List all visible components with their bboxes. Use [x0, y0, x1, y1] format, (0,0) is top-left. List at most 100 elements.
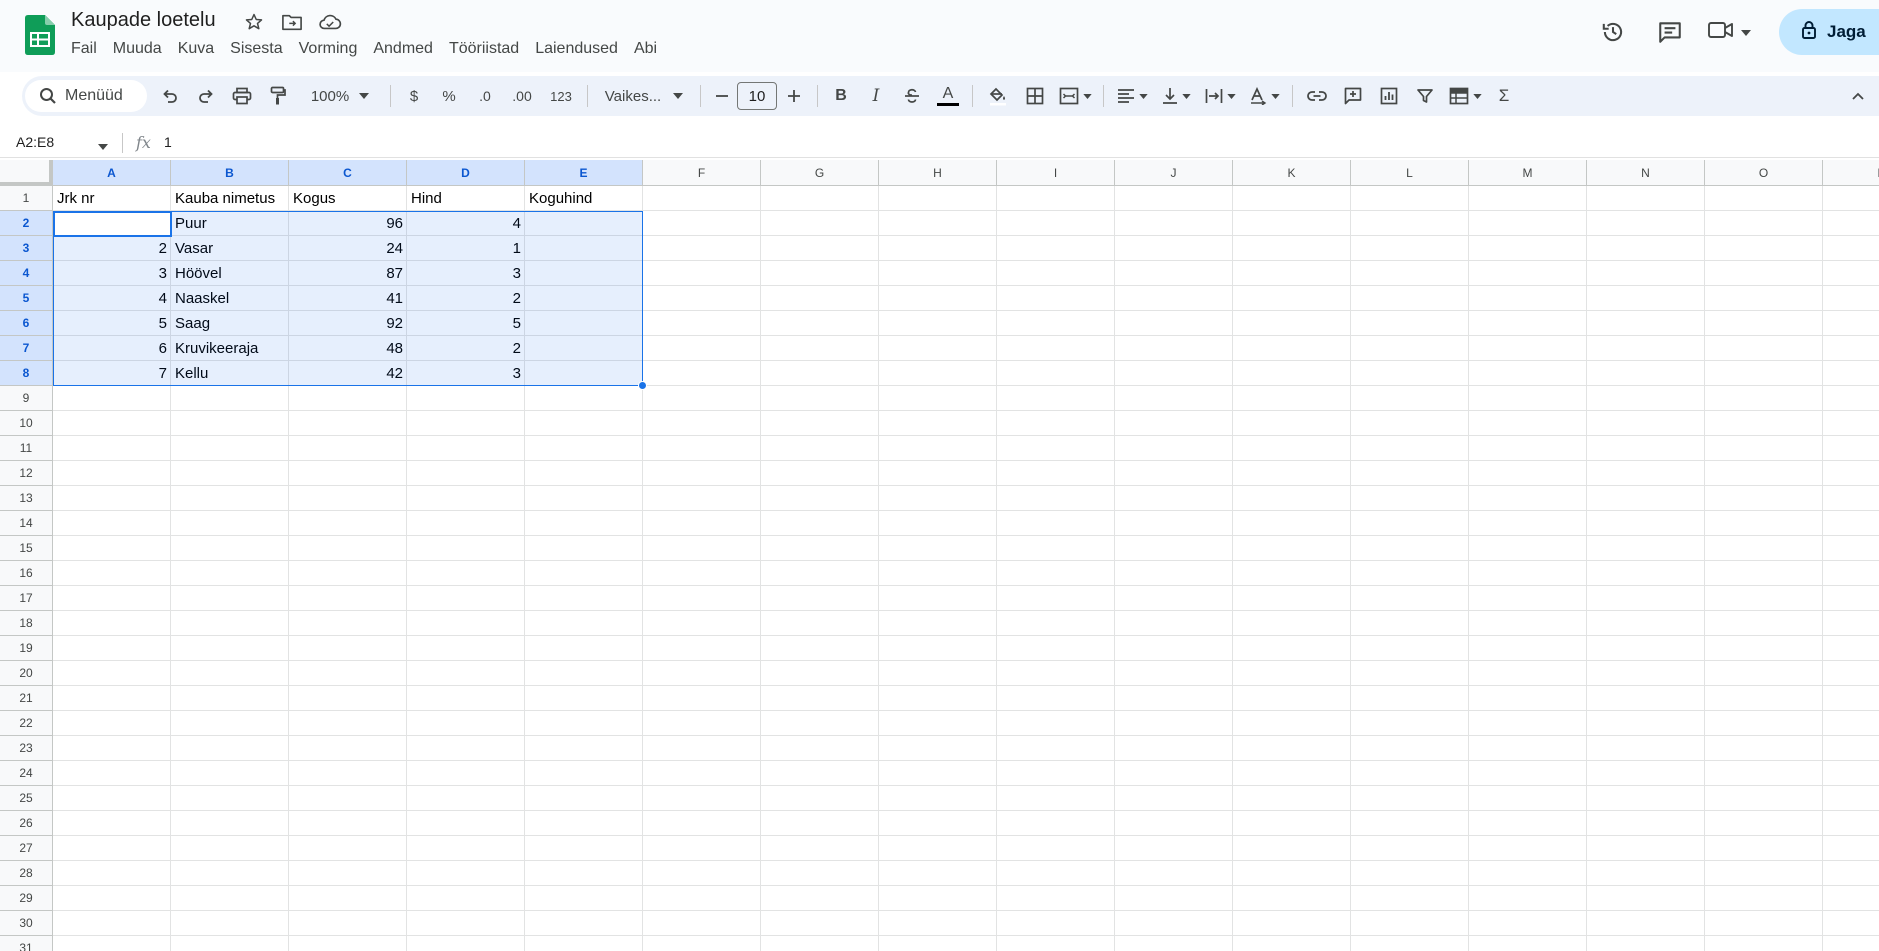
filter-icon[interactable]: [1407, 81, 1443, 111]
cell-a5[interactable]: 4: [53, 286, 171, 311]
functions-button[interactable]: Σ: [1487, 81, 1521, 111]
row-header-21[interactable]: 21: [0, 686, 53, 711]
select-all-corner[interactable]: [0, 160, 53, 186]
column-header-d[interactable]: D: [407, 160, 525, 186]
menu-format[interactable]: Vorming: [291, 38, 366, 60]
row-header-11[interactable]: 11: [0, 436, 53, 461]
column-header-i[interactable]: I: [997, 160, 1115, 186]
insert-comment-icon[interactable]: [1335, 81, 1371, 111]
menu-data[interactable]: Andmed: [365, 38, 441, 60]
row-header-7[interactable]: 7: [0, 336, 53, 361]
row-header-19[interactable]: 19: [0, 636, 53, 661]
menu-tools[interactable]: Tööriistad: [441, 38, 527, 60]
cell-e5[interactable]: [525, 286, 643, 311]
strikethrough-icon[interactable]: [894, 81, 930, 111]
document-title[interactable]: Kaupade loetelu: [71, 9, 216, 32]
row-header-24[interactable]: 24: [0, 761, 53, 786]
move-folder-icon[interactable]: [279, 9, 305, 35]
menus-search-button[interactable]: Menüüd: [25, 80, 147, 112]
cell-d2[interactable]: 4: [407, 211, 525, 236]
row-header-23[interactable]: 23: [0, 736, 53, 761]
row-header-5[interactable]: 5: [0, 286, 53, 311]
version-history-icon[interactable]: [1593, 12, 1633, 52]
column-header-c[interactable]: C: [289, 160, 407, 186]
print-icon[interactable]: [224, 81, 260, 111]
cell-a3[interactable]: 2: [53, 236, 171, 261]
cell-a7[interactable]: 6: [53, 336, 171, 361]
cell-c8[interactable]: 42: [289, 361, 407, 386]
fill-color-icon[interactable]: [979, 81, 1017, 111]
filter-views-button[interactable]: [1443, 81, 1487, 111]
row-header-22[interactable]: 22: [0, 711, 53, 736]
row-header-17[interactable]: 17: [0, 586, 53, 611]
row-header-12[interactable]: 12: [0, 461, 53, 486]
font-family-dropdown[interactable]: Vaikes...: [594, 81, 694, 111]
cell-e7[interactable]: [525, 336, 643, 361]
cell-a8[interactable]: 7: [53, 361, 171, 386]
row-header-28[interactable]: 28: [0, 861, 53, 886]
cell-e8[interactable]: [525, 361, 643, 386]
decrease-decimals-button[interactable]: .0: [467, 81, 503, 111]
row-header-15[interactable]: 15: [0, 536, 53, 561]
cell-e3[interactable]: [525, 236, 643, 261]
cell-e2[interactable]: [525, 211, 643, 236]
cell-c7[interactable]: 48: [289, 336, 407, 361]
cell-b2[interactable]: Puur: [171, 211, 289, 236]
sheets-logo-icon[interactable]: [25, 15, 55, 55]
row-header-14[interactable]: 14: [0, 511, 53, 536]
italic-button[interactable]: I: [858, 81, 894, 111]
cell-d7[interactable]: 2: [407, 336, 525, 361]
redo-icon[interactable]: [188, 81, 224, 111]
menu-help[interactable]: Abi: [626, 38, 665, 60]
row-header-16[interactable]: 16: [0, 561, 53, 586]
cloud-saved-icon[interactable]: [317, 9, 343, 35]
cell-d5[interactable]: 2: [407, 286, 525, 311]
undo-icon[interactable]: [152, 81, 188, 111]
menu-extensions[interactable]: Laiendused: [527, 38, 626, 60]
cell-e1[interactable]: Koguhind: [525, 186, 643, 211]
row-header-10[interactable]: 10: [0, 411, 53, 436]
row-header-25[interactable]: 25: [0, 786, 53, 811]
cell-b5[interactable]: Naaskel: [171, 286, 289, 311]
cell-b1[interactable]: Kauba nimetus: [171, 186, 289, 211]
row-header-27[interactable]: 27: [0, 836, 53, 861]
star-icon[interactable]: [241, 9, 267, 35]
cell-b6[interactable]: Saag: [171, 311, 289, 336]
column-header-j[interactable]: J: [1115, 160, 1233, 186]
increase-decimals-button[interactable]: .00: [503, 81, 541, 111]
percent-format-button[interactable]: %: [431, 81, 467, 111]
column-header-n[interactable]: N: [1587, 160, 1705, 186]
row-header-9[interactable]: 9: [0, 386, 53, 411]
row-header-2[interactable]: 2: [0, 211, 53, 236]
row-header-29[interactable]: 29: [0, 886, 53, 911]
row-header-1[interactable]: 1: [0, 186, 53, 211]
collapse-toolbar-icon[interactable]: [1845, 81, 1871, 111]
cell-a1[interactable]: Jrk nr: [53, 186, 171, 211]
column-header-b[interactable]: B: [171, 160, 289, 186]
share-button[interactable]: Jaga: [1779, 9, 1879, 55]
column-header-m[interactable]: M: [1469, 160, 1587, 186]
cell-c5[interactable]: 41: [289, 286, 407, 311]
borders-icon[interactable]: [1017, 81, 1053, 111]
cell-b4[interactable]: Höövel: [171, 261, 289, 286]
merge-cells-button[interactable]: [1053, 81, 1097, 111]
cell-a2[interactable]: 1: [53, 211, 171, 236]
chevron-down-icon[interactable]: [98, 137, 108, 155]
column-header-p[interactable]: P: [1823, 160, 1879, 186]
row-header-13[interactable]: 13: [0, 486, 53, 511]
cell-b3[interactable]: Vasar: [171, 236, 289, 261]
number-format-button[interactable]: 123: [541, 81, 581, 111]
cell-c2[interactable]: 96: [289, 211, 407, 236]
row-header-31[interactable]: 31: [0, 936, 53, 951]
text-rotation-button[interactable]: [1242, 81, 1286, 111]
row-header-3[interactable]: 3: [0, 236, 53, 261]
cell-d1[interactable]: Hind: [407, 186, 525, 211]
decrease-font-size-icon[interactable]: [707, 81, 737, 111]
row-header-8[interactable]: 8: [0, 361, 53, 386]
cell-a4[interactable]: 3: [53, 261, 171, 286]
cell-d4[interactable]: 3: [407, 261, 525, 286]
cell-d3[interactable]: 1: [407, 236, 525, 261]
column-header-g[interactable]: G: [761, 160, 879, 186]
meet-button[interactable]: [1707, 19, 1751, 46]
row-header-4[interactable]: 4: [0, 261, 53, 286]
